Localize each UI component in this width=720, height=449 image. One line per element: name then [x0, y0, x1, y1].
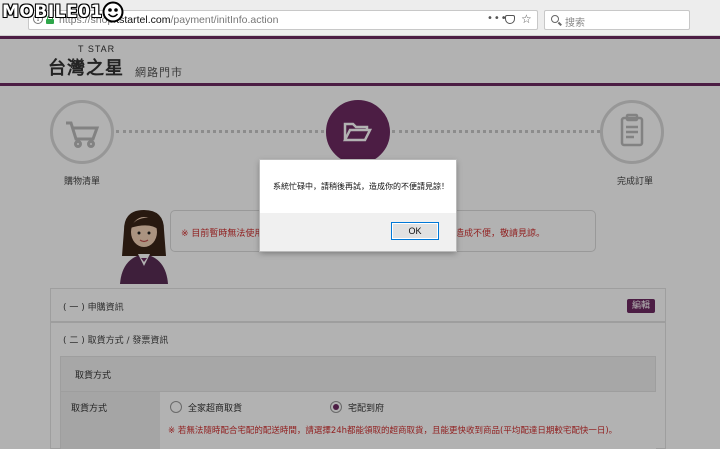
- ok-button[interactable]: OK: [391, 222, 439, 240]
- bookmark-star-icon[interactable]: ☆: [521, 12, 532, 26]
- search-input[interactable]: 搜索: [544, 10, 690, 30]
- pocket-icon[interactable]: [505, 15, 515, 24]
- alert-dialog: 系統忙碌中，請稍後再試，造成你的不便請見諒！ OK: [260, 160, 456, 251]
- alert-message-area: 系統忙碌中，請稍後再試，造成你的不便請見諒！: [260, 160, 456, 213]
- alert-message: 系統忙碌中，請稍後再試，造成你的不便請見諒！: [273, 182, 449, 191]
- search-placeholder: 搜索: [565, 18, 585, 29]
- smiley-face-icon: [102, 1, 124, 23]
- search-icon: [551, 15, 559, 23]
